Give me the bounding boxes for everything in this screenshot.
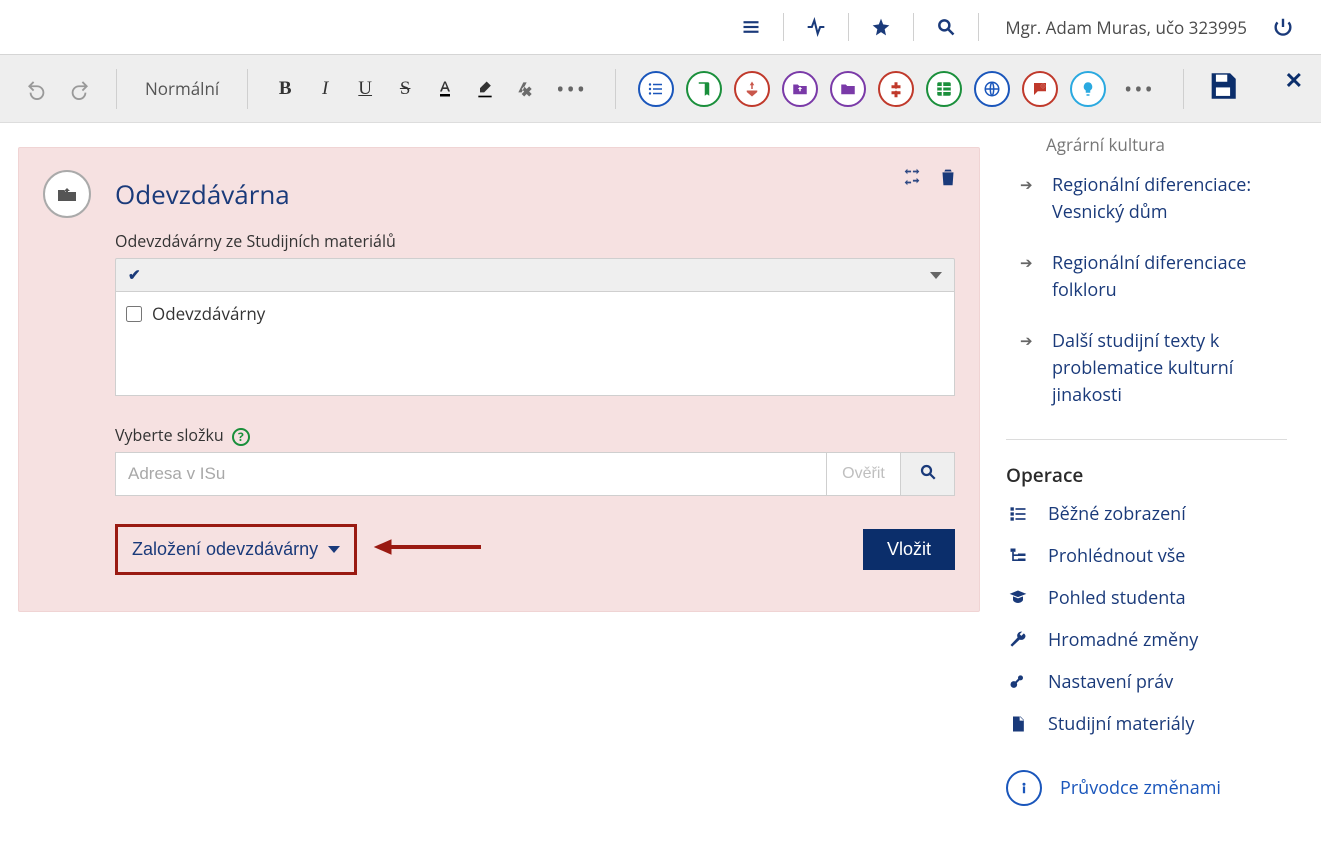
help-icon[interactable]: ? <box>232 428 250 446</box>
annotation-arrow-icon <box>373 535 483 564</box>
sidebar-nav-item[interactable]: ➔ Regionální diferenciace folkloru <box>1020 250 1287 304</box>
insert-button[interactable]: Vložit <box>863 529 955 570</box>
divider <box>1183 69 1184 109</box>
op-materials[interactable]: Studijní materiály <box>1006 712 1287 736</box>
card-title: Odevzdávárna <box>115 176 290 212</box>
activity-icon[interactable] <box>802 13 830 41</box>
undo-icon[interactable] <box>22 74 52 104</box>
insert-comment-icon[interactable] <box>1022 71 1058 107</box>
arrow-right-icon: ➔ <box>1020 331 1038 351</box>
operations-heading: Operace <box>1006 462 1287 488</box>
list-icon <box>1006 502 1030 526</box>
check-icon: ✔ <box>128 265 141 285</box>
sidebar-truncated-item[interactable]: Agrární kultura <box>1046 133 1287 156</box>
insert-web-icon[interactable] <box>974 71 1010 107</box>
op-student-view[interactable]: Pohled studenta <box>1006 586 1287 610</box>
divider <box>783 13 784 41</box>
sidebar-nav-item[interactable]: ➔ Regionální diferenciace: Vesnický dům <box>1020 172 1287 226</box>
info-icon <box>1006 770 1042 806</box>
format-group: B I U S ••• <box>270 74 593 104</box>
wrench-icon <box>1006 628 1030 652</box>
student-icon <box>1006 586 1030 610</box>
text-color-button[interactable] <box>430 74 460 104</box>
verify-button: Ověřit <box>827 452 901 496</box>
highlight-color-button[interactable] <box>470 74 500 104</box>
divider <box>1006 439 1287 440</box>
arrow-right-icon: ➔ <box>1020 175 1038 195</box>
strike-button[interactable]: S <box>390 74 420 104</box>
key-icon <box>1006 670 1030 694</box>
op-view-all[interactable]: Prohlédnout vše <box>1006 544 1287 568</box>
paragraph-style-dropdown[interactable]: Normální <box>139 77 225 100</box>
listbox-item-label: Odevzdávárny <box>152 302 265 325</box>
sidebar: Agrární kultura ➔ Regionální diferenciac… <box>998 123 1321 846</box>
more-insert-icon[interactable]: ••• <box>1118 74 1161 104</box>
create-dropbox-dropdown[interactable]: Založení odevzdávárny <box>115 524 357 575</box>
address-input[interactable] <box>115 452 827 496</box>
chevron-down-icon <box>328 546 340 553</box>
hamburger-icon[interactable] <box>737 13 765 41</box>
divider <box>978 13 979 41</box>
divider <box>913 13 914 41</box>
insert-upload-folder-icon[interactable] <box>782 71 818 107</box>
chevron-down-icon <box>930 272 942 279</box>
move-icon[interactable] <box>901 166 923 188</box>
power-icon[interactable] <box>1269 13 1297 41</box>
user-name[interactable]: Mgr. Adam Muras, učo 323995 <box>1005 16 1247 39</box>
underline-button[interactable]: U <box>350 74 380 104</box>
folder-input-group: Ověřit <box>115 452 955 496</box>
divider <box>116 69 117 109</box>
redo-icon[interactable] <box>64 74 94 104</box>
save-button[interactable] <box>1206 69 1240 108</box>
italic-button[interactable]: I <box>310 74 340 104</box>
sidebar-nav-item[interactable]: ➔ Další studijní texty k problematice ku… <box>1020 328 1287 409</box>
materials-listbox[interactable]: Odevzdávárny <box>115 292 955 396</box>
listbox-item-checkbox[interactable] <box>126 306 142 322</box>
insert-idea-icon[interactable] <box>1070 71 1106 107</box>
op-permissions[interactable]: Nastavení práv <box>1006 670 1287 694</box>
search-icon[interactable] <box>932 13 960 41</box>
dropbox-card: Odevzdávárna Odevzdávárny ze Studijních … <box>18 147 980 612</box>
insert-list-icon[interactable] <box>638 71 674 107</box>
folder-label: Vyberte složku ? <box>115 424 955 446</box>
divider <box>615 69 616 109</box>
dropbox-folder-icon <box>43 170 91 218</box>
listbox-item[interactable]: Odevzdávárny <box>126 300 944 327</box>
insert-group: ••• <box>638 71 1161 107</box>
top-bar: Mgr. Adam Muras, učo 323995 <box>0 0 1321 55</box>
bold-button[interactable]: B <box>270 74 300 104</box>
divider <box>848 13 849 41</box>
section-label: Odevzdávárny ze Studijních materiálů <box>115 230 955 252</box>
arrow-right-icon: ➔ <box>1020 253 1038 273</box>
insert-folder-icon[interactable] <box>830 71 866 107</box>
star-icon[interactable] <box>867 13 895 41</box>
materials-select[interactable]: ✔ <box>115 258 955 292</box>
op-bulk-changes[interactable]: Hromadné změny <box>1006 628 1287 652</box>
document-icon <box>1006 712 1030 736</box>
insert-pdf-icon[interactable] <box>734 71 770 107</box>
insert-book-icon[interactable] <box>686 71 722 107</box>
insert-puzzle-icon[interactable] <box>878 71 914 107</box>
guide-link[interactable]: Průvodce změnami <box>1006 770 1287 806</box>
editor-toolbar: Normální B I U S ••• <box>0 55 1321 123</box>
insert-spreadsheet-icon[interactable] <box>926 71 962 107</box>
clear-format-button[interactable] <box>510 74 540 104</box>
op-normal-view[interactable]: Běžné zobrazení <box>1006 502 1287 526</box>
close-icon[interactable]: ✕ <box>1285 65 1303 95</box>
tree-icon <box>1006 544 1030 568</box>
more-format-icon[interactable]: ••• <box>550 74 593 104</box>
divider <box>247 69 248 109</box>
trash-icon[interactable] <box>937 166 959 188</box>
search-folder-button[interactable] <box>901 452 955 496</box>
